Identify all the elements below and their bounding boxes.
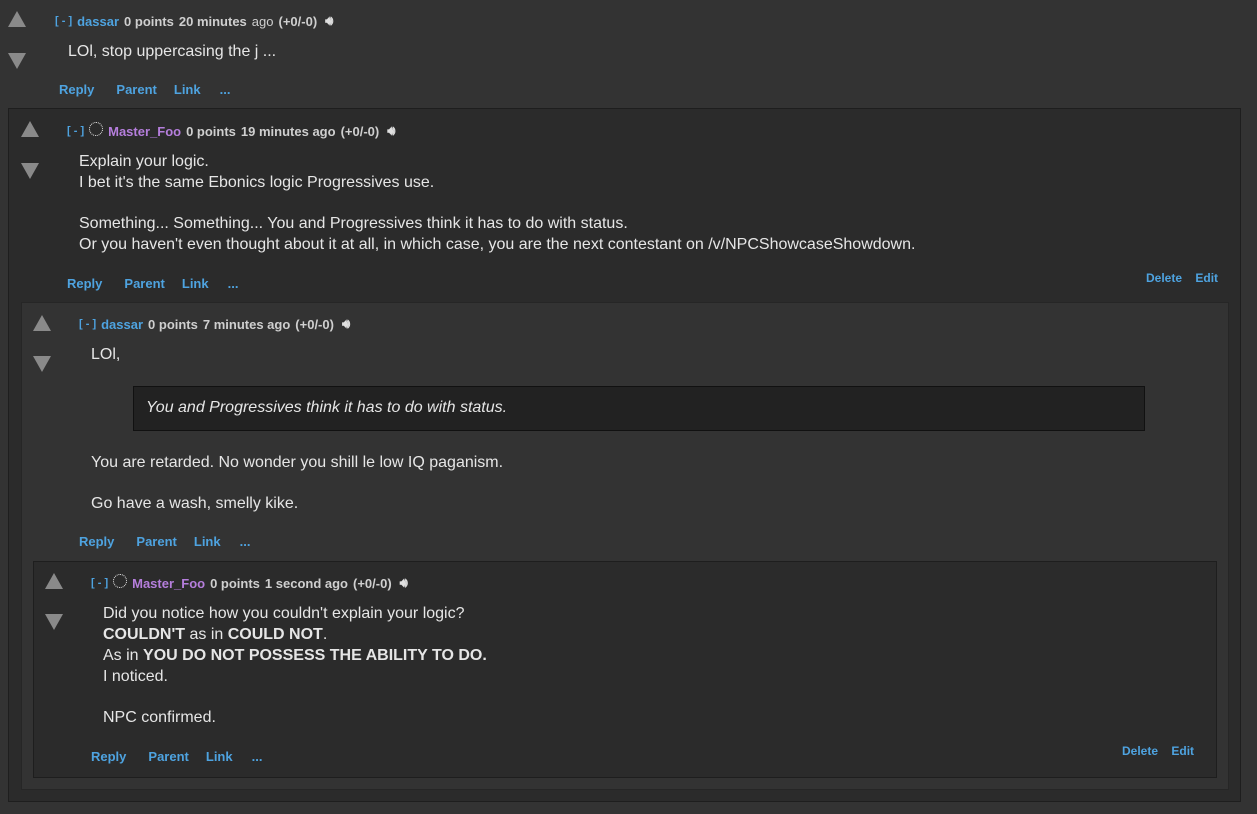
emphasis: COULDN'T	[103, 626, 186, 643]
comment-tagline: [ - ] dassar 0 points 7 minutes ago (+0/…	[79, 316, 350, 332]
downvote-arrow-icon[interactable]	[8, 53, 26, 69]
delete-button[interactable]: Delete	[1122, 744, 1158, 758]
score: 0 points	[186, 123, 236, 139]
reply-button[interactable]: Reply	[79, 534, 114, 549]
permalink[interactable]: Link	[206, 749, 233, 764]
downvote-arrow-icon[interactable]	[21, 163, 39, 179]
blockquote: You and Progressives think it has to do …	[133, 386, 1145, 431]
speaker-icon[interactable]: 🔊︎	[342, 316, 350, 332]
comment-text: LOl, stop uppercasing the j ...	[68, 43, 277, 60]
comment-body: LOl,	[91, 344, 120, 365]
comment-text: Something... Something... You and Progre…	[79, 215, 628, 232]
more-options-button[interactable]: ...	[228, 276, 239, 291]
reply-button[interactable]: Reply	[59, 82, 94, 97]
comment-body: You are retarded. No wonder you shill le…	[91, 452, 503, 514]
reply-button[interactable]: Reply	[91, 749, 126, 764]
delete-button[interactable]: Delete	[1146, 271, 1182, 285]
score: 0 points	[124, 13, 174, 29]
author-link[interactable]: dassar	[101, 317, 143, 332]
edit-button[interactable]: Edit	[1171, 744, 1194, 758]
comment-text: .	[322, 626, 328, 643]
comment-text: Did you notice how you couldn't explain …	[103, 605, 465, 622]
timestamp: 19 minutes ago	[240, 123, 336, 139]
comment-text: You are retarded. No wonder you shill le…	[91, 454, 504, 471]
author-link[interactable]: dassar	[77, 14, 119, 29]
permalink[interactable]: Link	[194, 534, 221, 549]
comment-text: I noticed.	[103, 668, 168, 685]
speaker-icon[interactable]: 🔊︎	[387, 123, 395, 139]
comment-text: LOl,	[91, 346, 121, 363]
comment-text: Go have a wash, smelly kike.	[91, 495, 299, 512]
comment-actions: Reply Parent Link ...	[59, 82, 230, 97]
comment-body: Explain your logic. I bet it's the same …	[79, 151, 915, 255]
reply-button[interactable]: Reply	[67, 276, 102, 291]
speaker-icon[interactable]: 🔊︎	[400, 575, 408, 591]
comment-text: I bet it's the same Ebonics logic Progre…	[79, 174, 435, 191]
vote-count: (+0/-0)	[295, 316, 334, 332]
comment-text-line: COULDN'T as in COULD NOT.	[103, 624, 487, 645]
upvote-arrow-icon[interactable]	[33, 315, 51, 331]
emphasis: COULD NOT	[227, 626, 323, 643]
comment-body: Did you notice how you couldn't explain …	[103, 603, 487, 728]
vote-count: (+0/-0)	[353, 575, 392, 591]
score: 0 points	[210, 575, 260, 591]
parent-link[interactable]: Parent	[124, 276, 164, 291]
comment-tagline: [ - ] dassar 0 points 20 minutes ago (+0…	[55, 13, 333, 29]
comment-tagline: [ - ] Master_Foo 0 points 1 second ago (…	[91, 574, 408, 591]
collapse-toggle[interactable]: [ - ]	[55, 15, 72, 27]
more-options-button[interactable]: ...	[240, 534, 251, 549]
parent-link[interactable]: Parent	[116, 82, 156, 97]
edit-button[interactable]: Edit	[1195, 271, 1218, 285]
comment-tagline: [ - ] Master_Foo 0 points 19 minutes ago…	[67, 122, 395, 139]
collapse-toggle[interactable]: [ - ]	[91, 577, 108, 589]
upvote-arrow-icon[interactable]	[21, 121, 39, 137]
more-options-button[interactable]: ...	[220, 82, 231, 97]
comment-text-line: As in YOU DO NOT POSSESS THE ABILITY TO …	[103, 645, 487, 666]
timestamp-suffix: ago	[251, 13, 274, 29]
comment-actions: Reply Parent Link ...	[67, 276, 238, 291]
emphasis: YOU DO NOT POSSESS THE ABILITY TO DO.	[143, 647, 487, 664]
author-link[interactable]: Master_Foo	[132, 576, 205, 591]
comment-text: As in	[103, 647, 139, 664]
collapse-toggle[interactable]: [ - ]	[67, 125, 84, 137]
comment-actions: Reply Parent Link ...	[79, 534, 250, 549]
avatar-icon	[89, 122, 104, 136]
comment-text: NPC confirmed.	[103, 709, 216, 726]
vote-count: (+0/-0)	[278, 13, 318, 29]
avatar-icon	[113, 574, 128, 588]
comment-text: as in	[189, 626, 224, 643]
comment-body: LOl, stop uppercasing the j ...	[68, 41, 276, 62]
comment-actions: Reply Parent Link ...	[91, 749, 262, 764]
timestamp: 7 minutes ago	[202, 316, 291, 332]
upvote-arrow-icon[interactable]	[8, 11, 26, 27]
comment-text: Explain your logic.	[79, 153, 209, 170]
collapse-toggle[interactable]: [ - ]	[79, 318, 96, 330]
parent-link[interactable]: Parent	[148, 749, 188, 764]
permalink[interactable]: Link	[174, 82, 201, 97]
comment-text: Or you haven't even thought about it at …	[79, 236, 916, 253]
moderation-actions: Delete Edit	[1122, 744, 1194, 758]
downvote-arrow-icon[interactable]	[45, 614, 63, 630]
speaker-icon[interactable]: 🔊︎	[325, 13, 333, 29]
timestamp: 1 second ago	[264, 575, 348, 591]
downvote-arrow-icon[interactable]	[33, 356, 51, 372]
moderation-actions: Delete Edit	[1146, 271, 1218, 285]
more-options-button[interactable]: ...	[252, 749, 263, 764]
score: 0 points	[148, 316, 198, 332]
permalink[interactable]: Link	[182, 276, 209, 291]
vote-count: (+0/-0)	[340, 123, 380, 139]
parent-link[interactable]: Parent	[136, 534, 176, 549]
timestamp: 20 minutes	[178, 13, 247, 29]
author-link[interactable]: Master_Foo	[108, 124, 181, 139]
upvote-arrow-icon[interactable]	[45, 573, 63, 589]
